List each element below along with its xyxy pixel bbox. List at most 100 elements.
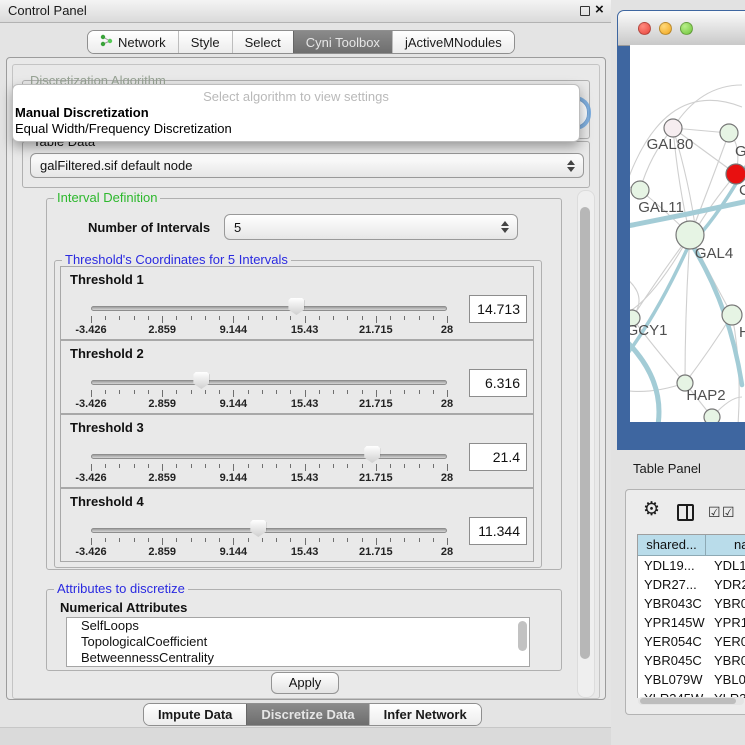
table-row[interactable]: YBR045CYBR0: [638, 651, 745, 670]
tab-select[interactable]: Select: [232, 31, 293, 53]
tab-label: Cyni Toolbox: [306, 35, 380, 50]
tab-jactivemnodules[interactable]: jActiveMNodules: [392, 31, 514, 53]
bottom-tab-infer-network[interactable]: Infer Network: [369, 704, 481, 725]
split-columns-icon[interactable]: [677, 504, 694, 521]
bottom-tab-discretize-data[interactable]: Discretize Data: [246, 704, 368, 725]
scale-label: 15.43: [291, 398, 319, 410]
table-data-combobox[interactable]: galFiltered.sif default node: [30, 153, 584, 178]
table-hscrollbar[interactable]: [638, 697, 744, 705]
network-edge[interactable]: [632, 235, 690, 318]
network-node-GAL11[interactable]: [631, 181, 649, 199]
table-row[interactable]: YBR043CYBR0: [638, 594, 745, 613]
network-node-bottom-partial[interactable]: [704, 409, 720, 422]
table-row[interactable]: YER054CYER0: [638, 632, 745, 651]
algorithm-option[interactable]: Equal Width/Frequency Discretization: [15, 121, 232, 136]
traffic-light-minimize[interactable]: [659, 22, 672, 35]
slider-thumb[interactable]: [364, 446, 380, 463]
list-scrollbar[interactable]: [518, 621, 527, 651]
attribute-list-item[interactable]: SelfLoops: [67, 618, 529, 634]
table-cell[interactable]: YER0: [706, 632, 745, 651]
table-row[interactable]: YDR27...YDR2: [638, 575, 745, 594]
settings-gear-icon[interactable]: ⚙: [643, 500, 660, 520]
network-edge-highlighted[interactable]: [630, 337, 659, 422]
panel-scrollbar-thumb[interactable]: [580, 207, 590, 659]
float-window-icon[interactable]: [580, 6, 590, 16]
scale-label: 21.715: [359, 546, 393, 558]
slider-thumb[interactable]: [288, 298, 304, 315]
slider-track[interactable]: [91, 306, 447, 311]
bottom-tab-impute-data[interactable]: Impute Data: [144, 704, 246, 725]
slider-track[interactable]: [91, 380, 447, 385]
algorithm-dropdown-popup: Select algorithm to view settings Manual…: [12, 84, 580, 142]
apply-button[interactable]: Apply: [271, 672, 339, 694]
traffic-light-close[interactable]: [638, 22, 651, 35]
bottom-tab-bar: Impute DataDiscretize DataInfer Network: [143, 703, 482, 726]
algorithm-option[interactable]: Manual Discretization: [15, 105, 149, 120]
slider-track[interactable]: [91, 528, 447, 533]
slider-track[interactable]: [91, 454, 447, 459]
attribute-list-item[interactable]: TopologicalCoefficient: [67, 634, 529, 650]
table-cell[interactable]: YDL19...: [638, 556, 706, 575]
column-header[interactable]: na: [706, 535, 745, 555]
table-row[interactable]: YDL19...YDL1: [638, 556, 745, 575]
threshold-value-field[interactable]: 11.344: [469, 517, 527, 545]
tab-network[interactable]: Network: [88, 31, 178, 53]
bottom-strip: [0, 728, 611, 745]
network-canvas[interactable]: GAL80G.CGAL11GAL4GCY1HHAP2: [630, 45, 745, 422]
table-cell[interactable]: YPR145W: [638, 613, 706, 632]
table-cell[interactable]: YBR045C: [638, 651, 706, 670]
tab-cyni-toolbox[interactable]: Cyni Toolbox: [293, 31, 392, 53]
number-of-intervals-combobox[interactable]: 5: [224, 214, 518, 240]
scale-label: -3.426: [75, 472, 106, 484]
network-graph: GAL80G.CGAL11GAL4GCY1HHAP2: [630, 45, 745, 422]
attribute-list-item[interactable]: BetweennessCentrality: [67, 650, 529, 666]
checkbox-icon[interactable]: ☑: [708, 505, 721, 519]
network-edge[interactable]: [685, 315, 732, 383]
network-node-red-node[interactable]: [726, 164, 745, 184]
network-node-label: C: [739, 182, 745, 199]
scale-label: 15.43: [291, 324, 319, 336]
table-row[interactable]: YBL079WYBL0: [638, 670, 745, 689]
network-window-titlebar[interactable]: [618, 11, 745, 46]
scale-label: 28: [441, 324, 453, 336]
slider-thumb[interactable]: [250, 520, 266, 537]
table-cell[interactable]: YBR043C: [638, 594, 706, 613]
table-row[interactable]: YPR145WYPR1: [638, 613, 745, 632]
network-edge[interactable]: [692, 133, 729, 231]
slider-ticks: [91, 538, 447, 545]
scale-label: -3.426: [75, 546, 106, 558]
control-panel-titlebar[interactable]: Control Panel ×: [0, 0, 611, 23]
traffic-light-zoom[interactable]: [680, 22, 693, 35]
table-cell[interactable]: YBL079W: [638, 670, 706, 689]
close-icon[interactable]: ×: [595, 1, 604, 18]
table-cell[interactable]: YER054C: [638, 632, 706, 651]
tab-style[interactable]: Style: [178, 31, 232, 53]
slider-thumb[interactable]: [193, 372, 209, 389]
table-cell[interactable]: YDL1: [706, 556, 745, 575]
table-cell[interactable]: YDR2: [706, 575, 745, 594]
scale-label: 21.715: [359, 472, 393, 484]
threshold-value-field[interactable]: 14.713: [469, 295, 527, 323]
table-cell[interactable]: YPR1: [706, 613, 745, 632]
column-header[interactable]: shared...: [638, 535, 706, 555]
slider-scale-labels: -3.4262.8599.14415.4321.71528: [91, 398, 447, 410]
threshold-value-field[interactable]: 6.316: [469, 369, 527, 397]
network-edge[interactable]: [685, 235, 690, 383]
combo-stepper-icon: [501, 221, 509, 233]
network-node-H-partial[interactable]: [722, 305, 742, 325]
slider-ticks: [91, 316, 447, 323]
network-node-G-partial[interactable]: [720, 124, 738, 142]
slider-ticks: [91, 464, 447, 471]
interval-definition-label: Interval Definition: [54, 191, 160, 204]
table-cell[interactable]: YDR27...: [638, 575, 706, 594]
threshold-value-field[interactable]: 21.4: [469, 443, 527, 471]
table-cell[interactable]: YBR0: [706, 594, 745, 613]
table-hscrollbar-thumb[interactable]: [640, 698, 736, 704]
network-node-GAL80[interactable]: [664, 119, 682, 137]
scale-label: 21.715: [359, 398, 393, 410]
table-cell[interactable]: YBL0: [706, 670, 745, 689]
table-cell[interactable]: YBR0: [706, 651, 745, 670]
checkbox-icon[interactable]: ☑: [722, 505, 735, 519]
numerical-attributes-list[interactable]: SelfLoopsTopologicalCoefficientBetweenne…: [66, 617, 530, 667]
scale-label: 2.859: [148, 324, 176, 336]
